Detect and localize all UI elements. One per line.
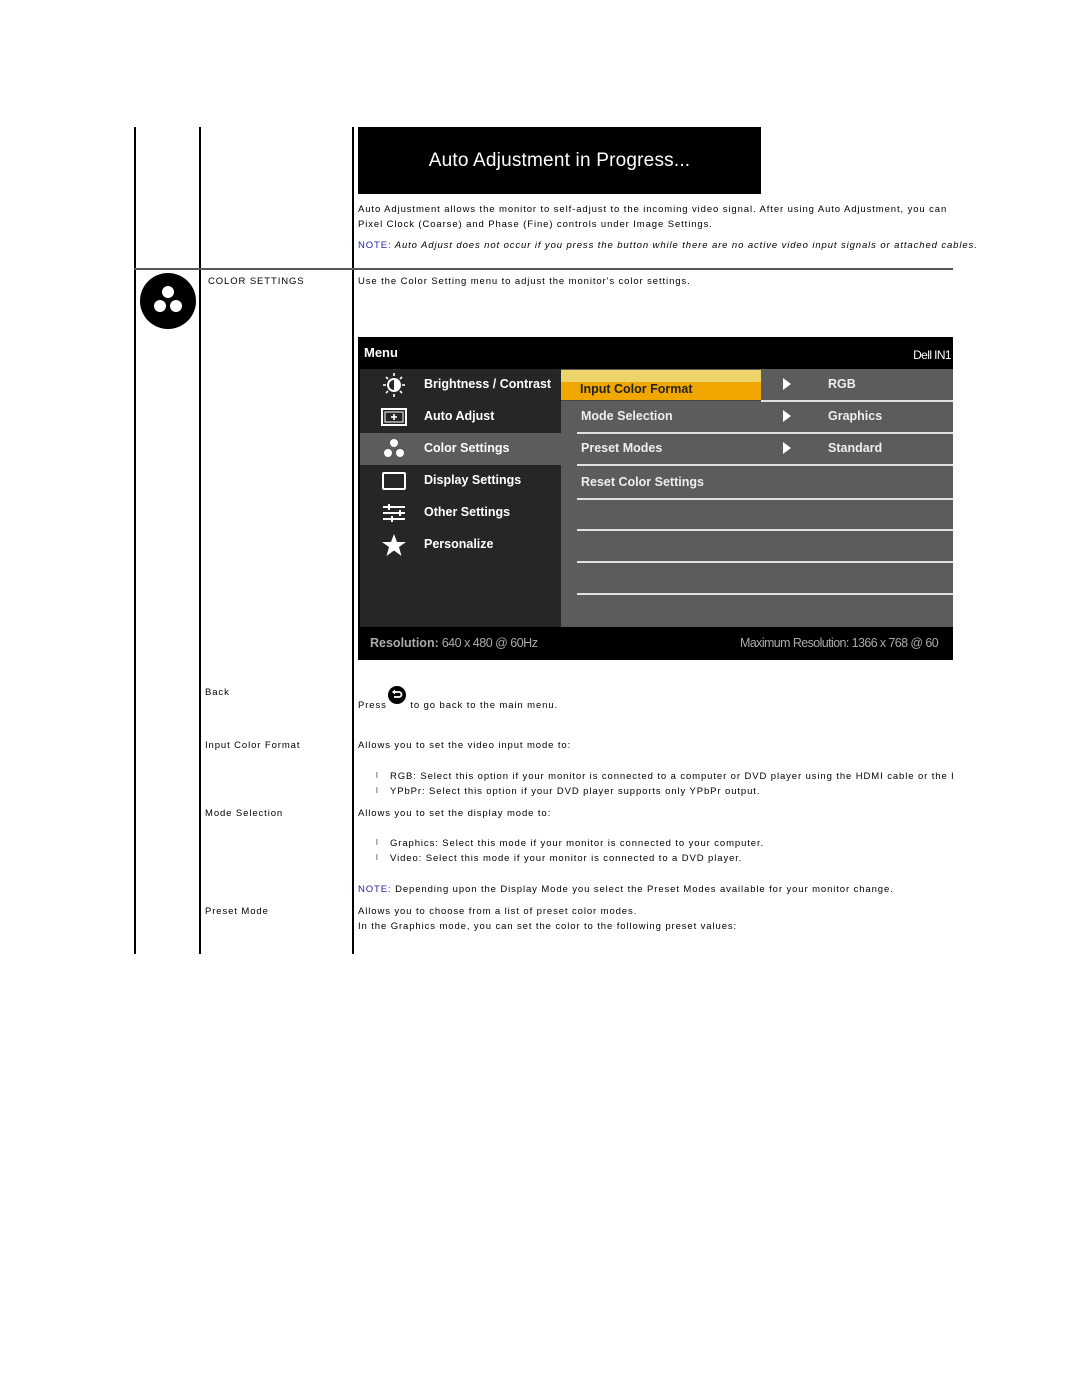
osd-item-display-settings[interactable]: Display Settings: [360, 465, 561, 497]
back-text-before: Press: [358, 700, 387, 711]
table-border-col3: [352, 127, 354, 954]
brightness-contrast-icon: [383, 373, 405, 397]
note-text: Auto Adjust does not occur if you press …: [391, 240, 978, 251]
color-settings-icon: [140, 273, 196, 329]
mode-selection-intro: Allows you to set the display mode to:: [358, 808, 552, 819]
osd-submenu-item-preset-modes[interactable]: Preset Modes Standard: [577, 433, 953, 465]
osd-submenu-divider: [577, 498, 953, 500]
mode-selection-bullet-graphics: Graphics: Select this mode if your monit…: [390, 838, 765, 849]
table-row-divider: [134, 268, 953, 270]
auto-adjust-icon: [381, 408, 407, 426]
osd-item-label: Brightness / Contrast: [424, 377, 552, 391]
osd-item-label: Color Settings: [424, 441, 510, 455]
osd-resolution: Resolution: 640 x 480 @ 60Hz: [370, 636, 538, 650]
input-color-format-intro: Allows you to set the video input mode t…: [358, 740, 572, 751]
osd-submenu-label: Mode Selection: [581, 409, 673, 423]
personalize-icon: [382, 534, 406, 556]
osd-brand: Dell IN1: [913, 348, 951, 362]
osd-submenu: Input Color Format RGB Mode Selection Gr…: [561, 369, 953, 627]
back-label: Back: [205, 687, 230, 698]
osd-submenu-divider: [577, 593, 953, 595]
arrow-right-icon: [783, 410, 791, 422]
osd-submenu-label: Reset Color Settings: [581, 475, 704, 489]
arrow-right-icon: [783, 442, 791, 454]
note-text: Depending upon the Display Mode you sele…: [391, 884, 894, 895]
table-border-col2: [199, 127, 201, 954]
auto-adjust-note: NOTE: Auto Adjust does not occur if you …: [358, 238, 978, 253]
osd-submenu-value: Standard: [828, 441, 883, 455]
input-color-format-bullet-rgb: RGB: Select this option if your monitor …: [390, 771, 953, 782]
osd-item-label: Display Settings: [424, 473, 522, 487]
osd-max-resolution: Maximum Resolution: 1366 x 768 @ 60: [740, 636, 939, 650]
mode-selection-bullet-video: Video: Select this mode if your monitor …: [390, 853, 743, 864]
bullet-marker: l: [376, 786, 378, 795]
display-settings-icon: [382, 472, 406, 490]
preset-mode-label: Preset Mode: [205, 906, 269, 917]
table-border-left: [134, 127, 136, 954]
bullet-marker: l: [376, 771, 378, 780]
input-color-format-label: Input Color Format: [205, 740, 301, 751]
input-color-format-bullet-ypbpr: YPbPr: Select this option if your DVD pl…: [390, 786, 761, 797]
auto-adjust-description-line1: Auto Adjustment allows the monitor to se…: [358, 204, 948, 215]
osd-item-brightness-contrast[interactable]: Brightness / Contrast: [360, 369, 561, 401]
bullet-marker: l: [376, 853, 378, 862]
osd-item-auto-adjust[interactable]: Auto Adjust: [360, 401, 561, 433]
arrow-right-icon: [783, 378, 791, 390]
mode-selection-note: NOTE: Depending upon the Display Mode yo…: [358, 882, 894, 897]
osd-item-label: Personalize: [424, 537, 494, 551]
auto-adjust-description-line2: Pixel Clock (Coarse) and Phase (Fine) co…: [358, 219, 713, 230]
osd-item-other-settings[interactable]: Other Settings: [360, 497, 561, 529]
osd-submenu-value: Graphics: [828, 409, 883, 423]
osd-submenu-divider: [577, 561, 953, 563]
osd-resolution-label: Resolution:: [370, 636, 439, 650]
osd-main-menu: Brightness / Contrast Auto Adjust Color …: [360, 369, 561, 627]
bullet-marker: l: [376, 838, 378, 847]
back-description: Press to go back to the main menu.: [358, 686, 559, 713]
osd-submenu-item-input-color-format[interactable]: RGB: [577, 369, 953, 401]
osd-footer: Resolution: 640 x 480 @ 60Hz Maximum Res…: [358, 627, 953, 660]
osd-submenu-divider: [577, 529, 953, 531]
color-settings-description: Use the Color Setting menu to adjust the…: [358, 276, 691, 287]
osd-menu-screenshot: Menu Dell IN1 Brightness / Contrast Auto…: [358, 337, 953, 660]
preset-mode-line2: In the Graphics mode, you can set the co…: [358, 921, 738, 932]
note-label: NOTE:: [358, 884, 392, 895]
osd-item-personalize[interactable]: Personalize: [360, 529, 561, 561]
osd-submenu-item-mode-selection[interactable]: Mode Selection Graphics: [577, 401, 953, 433]
osd-item-label: Auto Adjust: [424, 409, 495, 423]
osd-item-label: Other Settings: [424, 505, 511, 519]
osd-submenu-divider: [577, 464, 953, 466]
osd-resolution-value: 640 x 480 @ 60Hz: [441, 636, 538, 650]
osd-menu-title: Menu: [364, 345, 398, 360]
mode-selection-label: Mode Selection: [205, 808, 284, 819]
osd-submenu-value: RGB: [828, 377, 856, 391]
osd-item-color-settings[interactable]: Color Settings: [360, 433, 561, 465]
color-settings-icon: [384, 439, 404, 457]
auto-adjust-banner-title: Auto Adjustment in Progress...: [428, 149, 691, 171]
back-text-after: to go back to the main menu.: [406, 700, 559, 711]
back-button-icon: [387, 686, 406, 704]
osd-submenu-item-reset-color-settings[interactable]: Reset Color Settings: [577, 467, 953, 499]
other-settings-icon: [383, 504, 405, 522]
auto-adjust-banner: Auto Adjustment in Progress...: [358, 127, 761, 194]
auto-adjust-description: Auto Adjustment allows the monitor to se…: [358, 202, 958, 232]
color-settings-label: COLOR SETTINGS: [208, 276, 305, 287]
note-label: NOTE:: [358, 240, 392, 251]
osd-submenu-label: Preset Modes: [581, 441, 663, 455]
preset-mode-line1: Allows you to choose from a list of pres…: [358, 906, 638, 917]
osd-header: Menu Dell IN1: [358, 337, 953, 369]
